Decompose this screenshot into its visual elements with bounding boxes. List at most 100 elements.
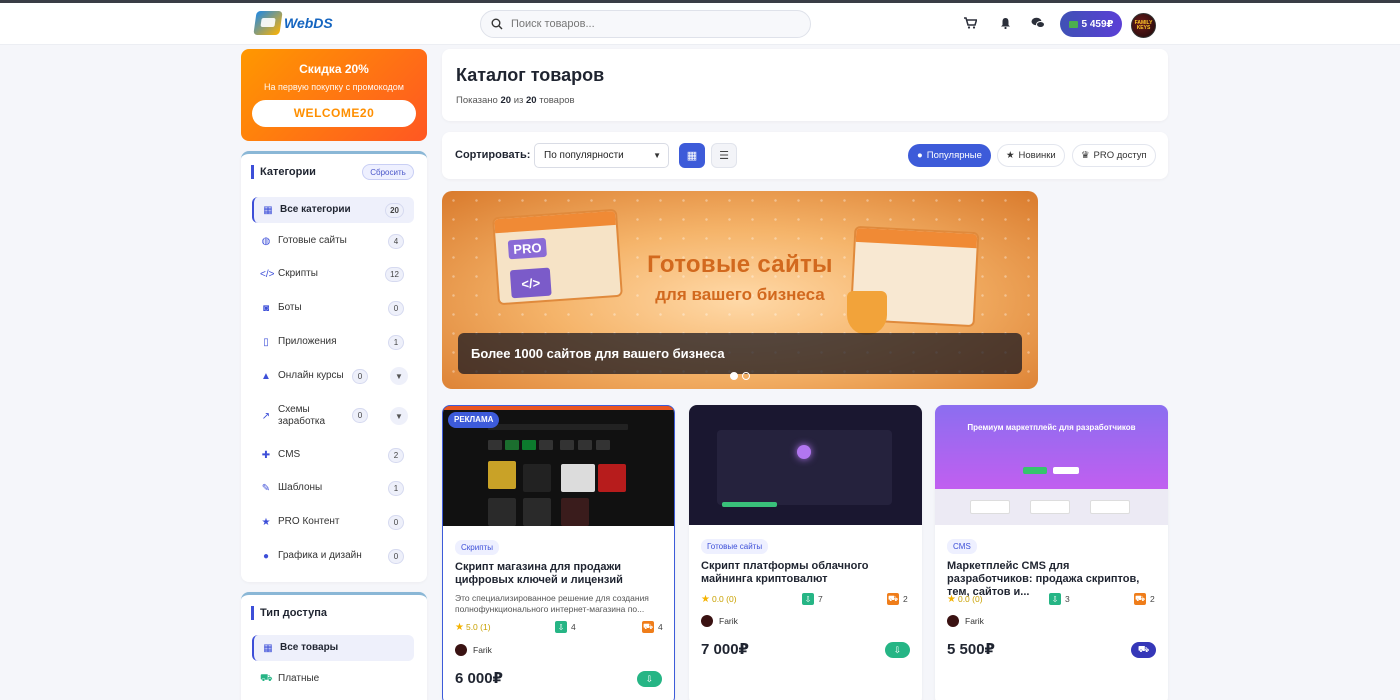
access-all[interactable]: ▦ Все товары <box>252 635 414 661</box>
download-icon: ⇩ <box>555 621 567 633</box>
categories-title: Категории <box>251 165 316 179</box>
sales-stat: ⛟ 4 <box>642 621 663 633</box>
grid-view-button[interactable]: ▦ <box>679 143 705 168</box>
chart-line-icon: ↗ <box>261 410 271 422</box>
category-ready-sites[interactable]: ◍ Готовые сайты 4 <box>252 228 414 254</box>
sort-select[interactable]: По популярности ▼ <box>534 143 669 168</box>
site-header: WebDS 5 459₽ FAMILY KEYS <box>0 3 1400 45</box>
filter-label: Популярные <box>926 150 982 161</box>
star-icon: ★ <box>455 621 464 633</box>
category-apps[interactable]: ▯ Приложения 1 <box>252 329 414 355</box>
star-icon: ★ <box>1006 150 1015 161</box>
sales-count: 4 <box>658 622 663 632</box>
category-earning-schemes[interactable]: ↗ Схемы заработка 0 ▼ <box>252 399 414 433</box>
results-total: 20 <box>526 95 537 106</box>
product-thumbnail[interactable] <box>689 405 922 525</box>
sort-value: По популярности <box>544 150 624 161</box>
product-author[interactable]: Farik <box>455 644 492 656</box>
category-pro-content[interactable]: ★ PRO Контент 0 <box>252 509 414 535</box>
category-tag[interactable]: CMS <box>947 539 977 554</box>
chat-icon[interactable] <box>1031 16 1045 30</box>
category-bots[interactable]: ◙ Боты 0 <box>252 295 414 321</box>
product-card[interactable]: Готовые сайты Скрипт платформы облачного… <box>689 405 922 700</box>
category-cms[interactable]: ✚ CMS 2 <box>252 442 414 468</box>
site-logo[interactable]: WebDS <box>253 11 333 35</box>
product-title[interactable]: Скрипт магазина для продажи цифровых клю… <box>455 561 665 587</box>
results-suffix: товаров <box>539 95 575 106</box>
product-card[interactable]: РЕКЛАМА Скрипты Скрипт магазина для прод… <box>442 405 675 700</box>
category-templates[interactable]: ✎ Шаблоны 1 <box>252 475 414 501</box>
product-stats: ★ 5.0 (1) ⇩ 4 ⛟ 4 <box>455 620 665 634</box>
download-button[interactable]: ⇩ <box>885 642 910 658</box>
cart-icon: ⛟ <box>1137 644 1150 654</box>
product-thumbnail[interactable]: РЕКЛАМА <box>443 406 674 526</box>
download-button[interactable]: ⇩ <box>637 671 662 687</box>
category-scripts[interactable]: </> Скрипты 12 <box>252 261 414 287</box>
sales-stat: ⛟ 2 <box>887 593 908 605</box>
list-view-button[interactable]: ☰ <box>711 143 737 168</box>
cart-icon: ⛟ <box>887 593 899 605</box>
category-tag[interactable]: Скрипты <box>455 540 499 555</box>
carousel-dot[interactable] <box>730 372 738 380</box>
sort-toolbar: Сортировать: По популярности ▼ ▦ ☰ ● Поп… <box>442 132 1168 179</box>
product-card[interactable]: Премиум маркетплейс для разработчиков CM… <box>935 405 1168 700</box>
chevron-down-icon[interactable]: ▼ <box>390 367 408 385</box>
downloads-count: 4 <box>571 622 576 632</box>
category-tag[interactable]: Готовые сайты <box>701 539 769 554</box>
star-icon: ★ <box>701 593 710 605</box>
category-count: 0 <box>388 515 404 530</box>
access-paid[interactable]: ⛟ Платные <box>252 666 414 692</box>
grid-icon: ▦ <box>263 204 273 216</box>
filter-pro[interactable]: ♛ PRO доступ <box>1072 144 1156 167</box>
category-label: Схемы заработка <box>278 404 326 427</box>
product-stats: ★ 0.0 (0) ⇩ 3 ⛟ 2 <box>947 592 1157 606</box>
product-author[interactable]: Farik <box>701 615 738 627</box>
search-input[interactable] <box>511 18 791 30</box>
puzzle-icon: ✚ <box>261 449 271 461</box>
category-count: 20 <box>385 203 404 218</box>
category-courses[interactable]: ▲ Онлайн курсы 0 ▼ <box>252 363 414 389</box>
carousel-dots <box>730 372 750 380</box>
download-icon: ⇩ <box>893 644 902 655</box>
page-title: Каталог товаров <box>456 65 605 85</box>
balance-button[interactable]: 5 459₽ <box>1060 11 1122 37</box>
downloads-stat: ⇩ 3 <box>1049 593 1070 605</box>
rating-value: 0.0 (0) <box>711 594 737 604</box>
search-box[interactable] <box>480 10 811 38</box>
logo-text: WebDS <box>284 15 333 31</box>
carousel-dot[interactable] <box>742 372 750 380</box>
cart-icon: ⛟ <box>260 672 273 684</box>
product-title[interactable]: Скрипт платформы облачного майнинга крип… <box>701 560 911 586</box>
chevron-down-icon: ▼ <box>653 151 661 160</box>
product-author[interactable]: Farik <box>947 615 984 627</box>
downloads-count: 3 <box>1065 594 1070 604</box>
reset-button[interactable]: Сбросить <box>362 164 414 180</box>
promo-code-button[interactable]: WELCOME20 <box>252 100 416 127</box>
category-count: 0 <box>352 369 368 384</box>
bell-icon[interactable] <box>998 16 1012 30</box>
category-graphics[interactable]: ● Графика и дизайн 0 <box>252 543 414 569</box>
product-thumbnail[interactable]: Премиум маркетплейс для разработчиков <box>935 405 1168 525</box>
search-icon <box>491 18 503 30</box>
category-count: 12 <box>385 267 404 282</box>
add-to-cart-button[interactable]: ⛟ <box>1131 642 1156 658</box>
cash-icon <box>1068 20 1078 28</box>
rating: ★ 5.0 (1) <box>455 622 491 633</box>
author-avatar <box>455 644 467 656</box>
rating: ★ 0.0 (0) <box>701 594 737 605</box>
robot-icon: ◙ <box>262 302 270 314</box>
catalog-header: Каталог товаров Показано 20 из 20 товаро… <box>442 49 1168 121</box>
promo-banner[interactable]: PRO </> Готовые сайты для вашего бизнеса… <box>442 191 1038 389</box>
brush-icon: ✎ <box>261 482 271 494</box>
sort-label: Сортировать: <box>455 149 531 161</box>
chevron-down-icon[interactable]: ▼ <box>390 407 408 425</box>
filter-new[interactable]: ★ Новинки <box>997 144 1065 167</box>
balance-amount: 5 459₽ <box>1081 18 1114 30</box>
user-avatar[interactable]: FAMILY KEYS <box>1131 13 1156 38</box>
filter-popular[interactable]: ● Популярные <box>908 144 991 167</box>
downloads-stat: ⇩ 4 <box>555 621 576 633</box>
cart-icon[interactable] <box>963 16 977 30</box>
category-all[interactable]: ▦ Все категории 20 <box>252 197 414 223</box>
product-description: Это специализированное решение для созда… <box>455 593 649 614</box>
results-prefix: Показано <box>456 95 498 106</box>
